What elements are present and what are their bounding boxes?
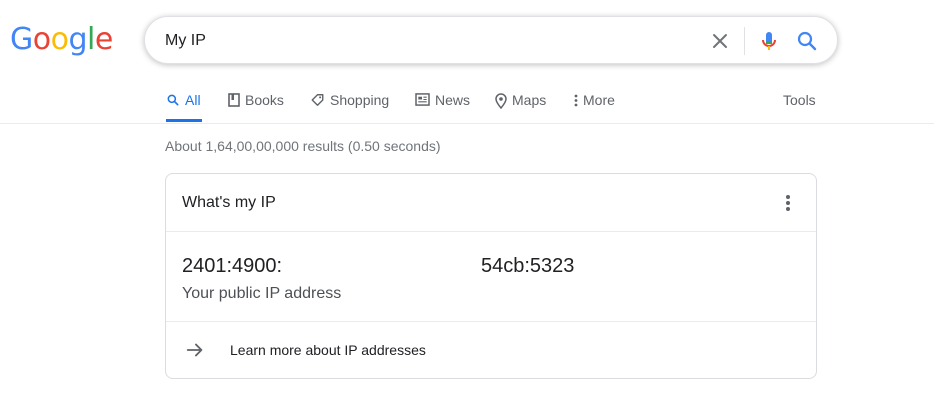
- learn-more-label: Learn more about IP addresses: [230, 342, 426, 358]
- clear-icon[interactable]: [708, 29, 732, 53]
- tab-label: Books: [245, 92, 284, 108]
- tools-button[interactable]: Tools: [783, 92, 816, 108]
- arrow-right-icon: [184, 339, 206, 361]
- microphone-icon[interactable]: [757, 29, 781, 53]
- ip-answer-card: What's my IP 2401:4900: 54cb:5323 Your p…: [165, 173, 817, 379]
- tab-shopping[interactable]: Shopping: [310, 92, 389, 122]
- tab-maps[interactable]: Maps: [495, 92, 546, 122]
- tab-label: Maps: [512, 92, 547, 108]
- search-icon: [167, 94, 179, 106]
- more-vert-icon: [574, 94, 578, 107]
- learn-more-link[interactable]: Learn more about IP addresses: [166, 321, 816, 379]
- tag-icon: [311, 94, 324, 106]
- ip-caption: Your public IP address: [182, 285, 342, 302]
- search-box: [144, 16, 838, 64]
- book-icon: [228, 93, 240, 107]
- tab-books[interactable]: Books: [228, 92, 284, 122]
- logo-letter: o: [50, 22, 69, 57]
- logo-letter: l: [87, 22, 95, 57]
- map-pin-icon: [495, 93, 507, 109]
- search-input[interactable]: [165, 27, 685, 55]
- tab-label: All: [185, 92, 201, 108]
- card-title: What's my IP: [182, 194, 276, 211]
- search-tabs: All Books Shopping News Maps More Tools: [0, 80, 934, 124]
- tab-label: More: [583, 92, 615, 108]
- logo-letter: G: [10, 22, 33, 57]
- result-stats: About 1,64,00,00,000 results (0.50 secon…: [165, 138, 441, 154]
- search-divider: [744, 27, 745, 55]
- search-icon[interactable]: [795, 29, 819, 53]
- card-header: What's my IP: [166, 174, 816, 232]
- logo-letter: o: [32, 22, 51, 57]
- ip-address-part-2: 54cb:5323: [481, 255, 575, 277]
- newspaper-icon: [415, 93, 430, 106]
- ip-address-part-1: 2401:4900:: [182, 255, 283, 277]
- tab-news[interactable]: News: [415, 92, 470, 122]
- tab-label: Shopping: [330, 92, 390, 108]
- logo-letter: g: [68, 22, 88, 57]
- tab-more[interactable]: More: [574, 92, 615, 122]
- logo-letter: e: [94, 22, 113, 57]
- google-logo[interactable]: Google: [10, 22, 113, 60]
- tab-all[interactable]: All: [166, 92, 202, 122]
- tab-label: News: [435, 92, 471, 108]
- more-vert-icon[interactable]: [778, 191, 798, 215]
